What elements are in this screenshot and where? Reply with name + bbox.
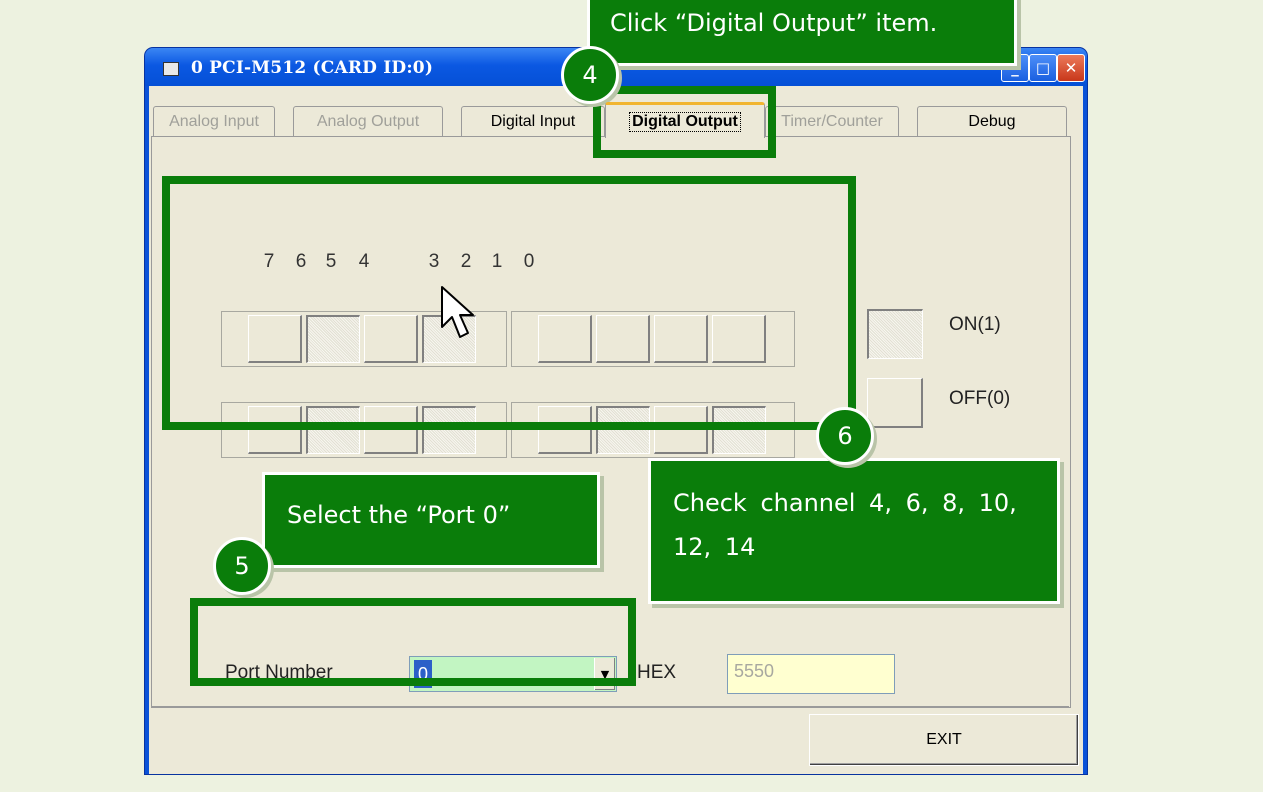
tab-analog-input[interactable]: Analog Input: [153, 106, 275, 136]
hex-field: 5550: [727, 654, 895, 694]
legend-off-label: OFF(0): [949, 388, 1011, 409]
tab-analog-output[interactable]: Analog Output: [293, 106, 443, 136]
app-icon[interactable]: [163, 62, 179, 76]
step-5-badge: 5: [213, 537, 271, 595]
step-4-badge: 4: [561, 46, 619, 104]
highlight-bit-grid: [162, 176, 856, 430]
tab-timer-counter[interactable]: Timer/Counter: [765, 106, 899, 136]
callout-step-6: Check channel 4, 6, 8, 10, 12, 14: [648, 458, 1060, 604]
legend-on-label: ON(1): [949, 314, 1001, 335]
tab-digital-output-label: Digital Output: [629, 111, 741, 132]
exit-button[interactable]: EXIT: [809, 714, 1079, 766]
hex-label: HEX: [637, 662, 677, 683]
divider: [151, 706, 1069, 707]
tab-digital-input[interactable]: Digital Input: [461, 106, 605, 136]
highlight-port-number: [190, 598, 636, 686]
callout-step-4: Click “Digital Output” item.: [587, 0, 1017, 66]
maximize-button[interactable]: □: [1029, 54, 1057, 82]
window-title: 0 PCI-M512 (CARD ID:0): [191, 58, 434, 78]
legend-on-swatch: [867, 309, 923, 359]
callout-step-5: Select the “Port 0”: [262, 472, 600, 568]
tab-debug[interactable]: Debug: [917, 106, 1067, 136]
close-button[interactable]: ✕: [1057, 54, 1085, 82]
tab-digital-output[interactable]: Digital Output: [605, 102, 765, 138]
step-6-badge: 6: [816, 407, 874, 465]
legend-off-swatch: [867, 378, 923, 428]
